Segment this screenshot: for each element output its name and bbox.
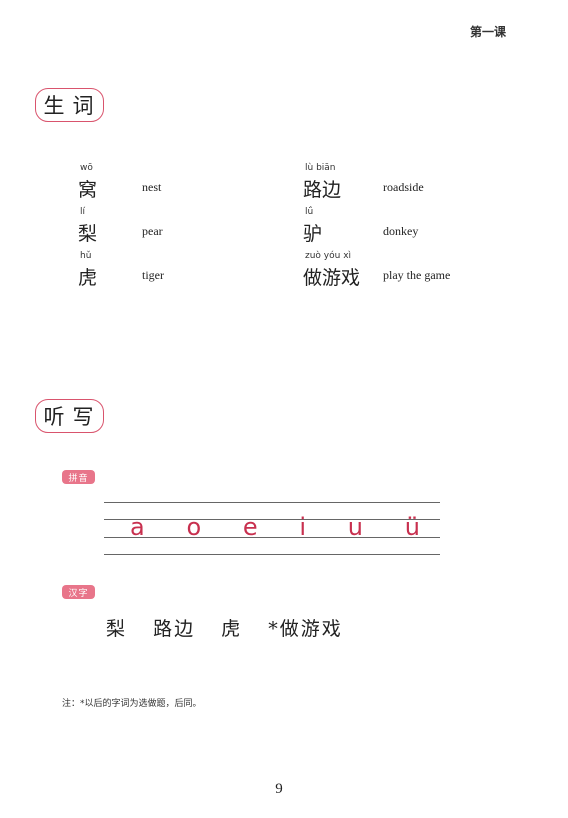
vocab-section-title: 生词 xyxy=(35,88,104,122)
pinyin-letter: ü xyxy=(404,513,420,541)
vocab-hanzi: 路边 xyxy=(303,179,342,201)
pinyin-letter: e xyxy=(242,513,258,541)
hanzi-dictation-words: 梨 路边 虎 *做游戏 xyxy=(106,614,361,641)
vocab-english: donkey xyxy=(383,224,419,238)
footnote: 注：*以后的字词为选做题，后同。 xyxy=(62,699,202,709)
vocab-pinyin: lǘ xyxy=(305,207,314,217)
vocab-pinyin: lí xyxy=(80,207,86,217)
vocab-list-left: wō 窝 nest lí 梨 pear hǔ 虎 tiger xyxy=(78,158,278,290)
pinyin-letter: a xyxy=(130,513,145,541)
vocab-hanzi: 虎 xyxy=(78,267,98,289)
vocab-english: nest xyxy=(142,180,162,194)
lesson-header: 第一课 xyxy=(469,25,506,39)
vocab-list-right: lù biān 路边 roadside lǘ 驴 donkey zuò yóu … xyxy=(303,158,523,290)
hanzi-word: 梨 xyxy=(106,618,128,640)
hanzi-word: 虎 xyxy=(221,618,243,640)
hanzi-tag: 汉字 xyxy=(62,585,95,599)
hanzi-word: *做游戏 xyxy=(268,618,343,640)
vocab-item: zuò yóu xì 做游戏 play the game xyxy=(303,246,523,290)
pinyin-letter: u xyxy=(347,513,363,541)
pinyin-letters: a o e i u ü xyxy=(130,512,420,542)
page-number: 9 xyxy=(275,781,283,797)
pinyin-tag: 拼音 xyxy=(62,470,95,484)
vocab-hanzi: 梨 xyxy=(78,223,98,245)
vocab-item: lǘ 驴 donkey xyxy=(303,202,523,246)
vocab-pinyin: zuò yóu xì xyxy=(305,251,352,261)
vocab-hanzi: 驴 xyxy=(303,223,323,245)
hanzi-word: 路边 xyxy=(153,618,196,640)
pinyin-letter: i xyxy=(299,513,307,541)
vocab-pinyin: hǔ xyxy=(80,251,92,261)
dictation-section-title: 听写 xyxy=(35,399,104,433)
pinyin-letter: o xyxy=(186,513,202,541)
vocab-item: wō 窝 nest xyxy=(78,158,278,202)
vocab-english: roadside xyxy=(383,180,424,194)
vocab-pinyin: lù biān xyxy=(305,163,336,173)
vocab-hanzi: 做游戏 xyxy=(303,267,361,289)
vocab-english: pear xyxy=(142,224,163,238)
vocab-english: tiger xyxy=(142,268,164,282)
vocab-item: lù biān 路边 roadside xyxy=(303,158,523,202)
vocab-pinyin: wō xyxy=(80,163,93,173)
vocab-item: hǔ 虎 tiger xyxy=(78,246,278,290)
vocab-item: lí 梨 pear xyxy=(78,202,278,246)
vocab-english: play the game xyxy=(383,268,451,282)
vocab-hanzi: 窝 xyxy=(78,179,98,201)
writing-line xyxy=(104,554,440,555)
writing-line xyxy=(104,502,440,503)
